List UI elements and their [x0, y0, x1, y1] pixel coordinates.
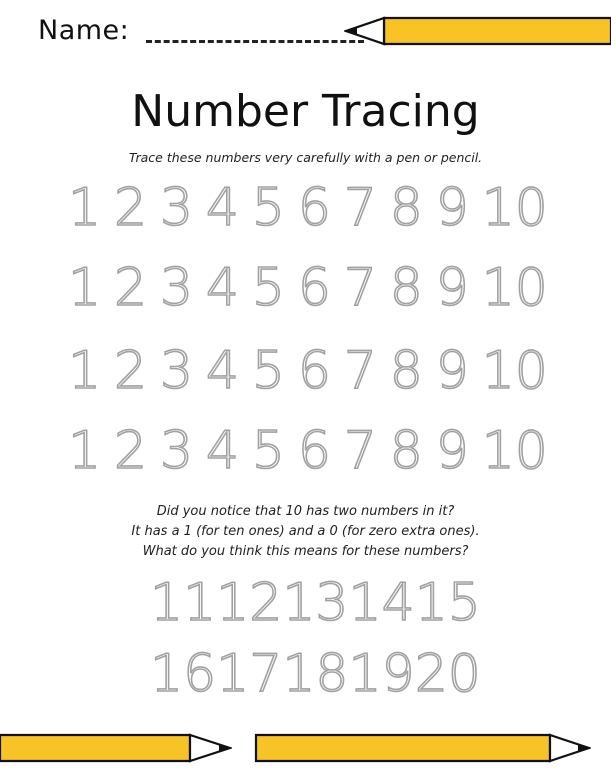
trace-number[interactable]: 2 — [113, 344, 148, 398]
trace-number[interactable]: 20 — [414, 647, 482, 701]
trace-number[interactable]: 10 — [481, 261, 549, 315]
trace-number[interactable]: 12 — [215, 576, 283, 630]
trace-row-3: 1 2 3 4 5 6 7 8 9 10 — [67, 344, 549, 398]
pencil-icon — [0, 733, 232, 763]
trace-number[interactable]: 2 — [113, 261, 148, 315]
trace-number[interactable]: 8 — [389, 261, 424, 315]
trace-number[interactable]: 6 — [297, 424, 332, 478]
trace-number[interactable]: 3 — [159, 261, 194, 315]
trace-number[interactable]: 5 — [251, 261, 286, 315]
trace-number[interactable]: 1 — [67, 261, 102, 315]
trace-number[interactable]: 7 — [343, 261, 378, 315]
trace-row-4: 1 2 3 4 5 6 7 8 9 10 — [67, 424, 549, 478]
pencil-icon — [344, 16, 611, 46]
trace-number[interactable]: 1 — [67, 424, 102, 478]
instruction-note: Did you notice that 10 has two numbers i… — [0, 502, 611, 562]
trace-number[interactable]: 7 — [343, 344, 378, 398]
trace-number[interactable]: 17 — [215, 647, 283, 701]
trace-number[interactable]: 11 — [149, 576, 217, 630]
trace-number[interactable]: 5 — [251, 181, 286, 235]
teen-row-1: 11 12 13 14 15 — [149, 576, 481, 630]
trace-number[interactable]: 16 — [149, 647, 217, 701]
trace-row-1: 1 2 3 4 5 6 7 8 9 10 — [67, 181, 549, 235]
note-line: What do you think this means for these n… — [142, 544, 469, 559]
trace-number[interactable]: 9 — [435, 261, 470, 315]
name-field[interactable] — [146, 18, 365, 43]
trace-number[interactable]: 5 — [251, 424, 286, 478]
trace-number[interactable]: 1 — [67, 181, 102, 235]
trace-number[interactable]: 1 — [67, 344, 102, 398]
trace-number[interactable]: 7 — [343, 181, 378, 235]
trace-number[interactable]: 8 — [389, 344, 424, 398]
pencil-icon — [254, 733, 591, 763]
trace-number[interactable]: 9 — [435, 344, 470, 398]
trace-number[interactable]: 13 — [282, 576, 350, 630]
trace-number[interactable]: 15 — [414, 576, 482, 630]
trace-number[interactable]: 3 — [159, 344, 194, 398]
trace-number[interactable]: 6 — [297, 181, 332, 235]
subtitle: Trace these numbers very carefully with … — [128, 150, 483, 165]
note-line: It has a 1 (for ten ones) and a 0 (for z… — [131, 524, 480, 539]
trace-number[interactable]: 9 — [435, 424, 470, 478]
trace-number[interactable]: 10 — [481, 344, 549, 398]
trace-row-2: 1 2 3 4 5 6 7 8 9 10 — [67, 261, 549, 315]
trace-number[interactable]: 8 — [389, 424, 424, 478]
trace-number[interactable]: 4 — [205, 261, 240, 315]
trace-number[interactable]: 10 — [481, 181, 549, 235]
note-line: Did you notice that 10 has two numbers i… — [156, 504, 455, 519]
page-title: Number Tracing — [131, 86, 480, 137]
trace-number[interactable]: 2 — [113, 424, 148, 478]
trace-number[interactable]: 6 — [297, 344, 332, 398]
trace-number[interactable]: 2 — [113, 181, 148, 235]
trace-number[interactable]: 10 — [481, 424, 549, 478]
trace-number[interactable]: 4 — [205, 424, 240, 478]
trace-number[interactable]: 6 — [297, 261, 332, 315]
trace-number[interactable]: 4 — [205, 181, 240, 235]
name-label: Name: — [38, 15, 130, 46]
teen-row-2: 16 17 18 19 20 — [149, 647, 481, 701]
trace-number[interactable]: 19 — [348, 647, 416, 701]
trace-number[interactable]: 14 — [348, 576, 416, 630]
trace-number[interactable]: 3 — [159, 424, 194, 478]
trace-number[interactable]: 3 — [159, 181, 194, 235]
trace-number[interactable]: 18 — [282, 647, 350, 701]
trace-number[interactable]: 7 — [343, 424, 378, 478]
trace-number[interactable]: 8 — [389, 181, 424, 235]
name-row: Name: — [38, 14, 365, 46]
trace-number[interactable]: 9 — [435, 181, 470, 235]
trace-number[interactable]: 4 — [205, 344, 240, 398]
trace-number[interactable]: 5 — [251, 344, 286, 398]
